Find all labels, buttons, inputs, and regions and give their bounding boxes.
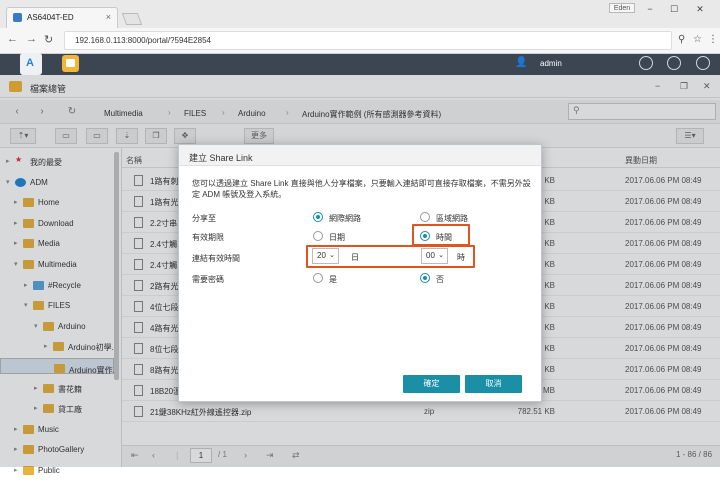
bookmark-star-icon[interactable]: ☆ [693,34,702,45]
url-text: 192.168.0.113:8000/portal/?594E2854 [75,36,211,45]
tab-title: AS6404T-ED [27,13,74,22]
password-no-label[interactable]: 否 [436,274,444,285]
share-lan-label[interactable]: 區域網路 [436,213,468,224]
duration-label: 連結有效時間 [192,254,240,263]
minimize-button[interactable]: − [640,3,660,15]
sidebar-item-label: Public [38,466,60,475]
password-no-radio[interactable] [420,273,430,283]
expire-label: 有效期限 [192,233,224,242]
dialog-description: 您可以透過建立 Share Link 直接與他人分享檔案，只要輸入連結即可直接存… [192,179,531,199]
profile-badge[interactable]: Eden [609,3,635,13]
file-explorer-app-icon[interactable] [62,55,79,72]
dialog-title: 建立 Share Link [189,153,253,163]
search-app-icon[interactable] [696,56,710,70]
expire-date-label[interactable]: 日期 [329,232,345,243]
chevron-icon[interactable]: ▸ [14,466,18,474]
browser-tab[interactable]: AS6404T-ED × [6,7,118,28]
expire-time-label[interactable]: 時間 [436,232,452,243]
dialog-header: 建立 Share Link [179,145,541,166]
menu-icon[interactable]: ⋮ [708,34,718,45]
confirm-button[interactable]: 確定 [403,375,460,393]
days-unit: 日 [351,253,359,262]
user-icon[interactable]: 👤 [515,57,527,68]
url-input[interactable]: 192.168.0.113:8000/portal/?594E2854 [64,31,672,50]
reload-icon[interactable]: ↻ [44,33,53,46]
back-icon[interactable]: ← [7,33,18,45]
dashboard-icon[interactable] [667,56,681,70]
days-select[interactable]: 20 ⌄ [312,248,339,264]
cancel-button[interactable]: 取消 [465,375,522,393]
share-internet-label[interactable]: 網際網路 [329,213,361,224]
username[interactable]: admin [540,59,562,68]
password-label: 需要密碼 [192,275,224,284]
hours-unit: 時 [457,253,465,262]
forward-icon[interactable]: → [26,33,37,45]
adm-topbar [0,54,720,75]
adm-logo-icon: A [26,57,34,69]
share-to-label: 分享至 [192,214,216,223]
tab-close-icon[interactable]: × [106,12,111,22]
days-value: 20 [317,251,326,260]
share-lan-radio[interactable] [420,212,430,222]
password-yes-label[interactable]: 是 [329,274,337,285]
location-icon[interactable]: ⚲ [678,34,685,45]
password-yes-radio[interactable] [313,273,323,283]
hours-value: 00 [426,251,435,260]
notification-icon[interactable] [639,56,653,70]
close-button[interactable]: ✕ [690,3,710,15]
chevron-down-icon: ⌄ [329,252,335,259]
adm-logo-button[interactable]: A [20,53,42,75]
share-link-dialog: 建立 Share Link 您可以透過建立 Share Link 直接與他人分享… [178,144,542,402]
maximize-button[interactable]: ☐ [664,3,684,15]
folder-icon [23,466,34,475]
share-internet-radio[interactable] [313,212,323,222]
expire-date-radio[interactable] [313,231,323,241]
favicon-icon [13,13,22,22]
hours-select[interactable]: 00 ⌄ [421,248,448,264]
chevron-down-icon: ⌄ [438,252,444,259]
expire-time-radio[interactable] [420,231,430,241]
